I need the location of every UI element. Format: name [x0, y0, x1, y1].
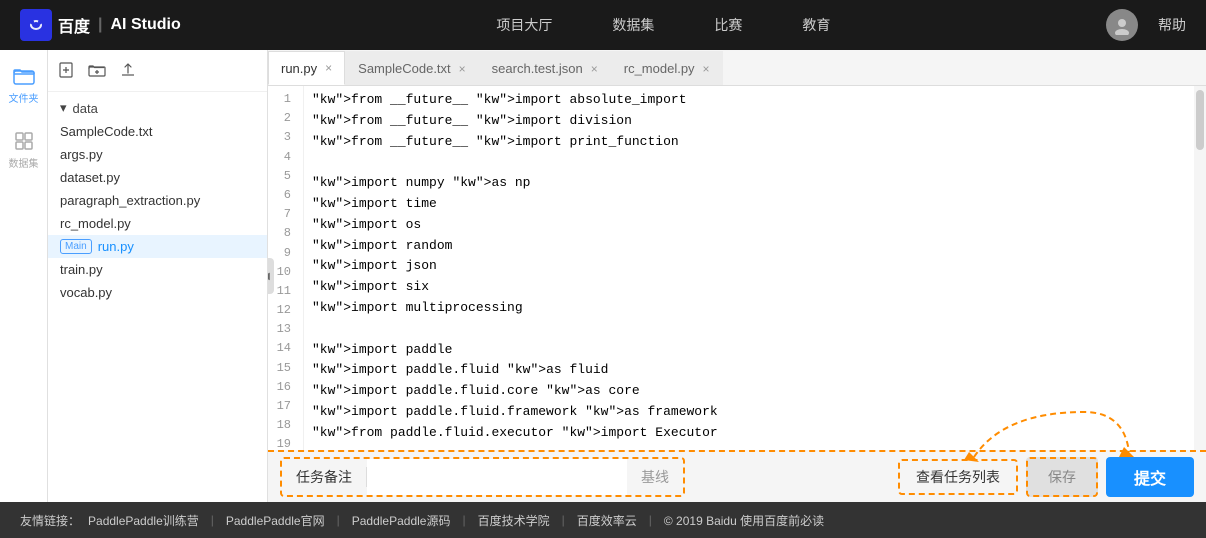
file-name: SampleCode.txt — [60, 124, 153, 139]
save-button[interactable]: 保存 — [1026, 457, 1098, 497]
code-editor-inner: 123456789101112131415161718192021222324 … — [268, 86, 1206, 450]
footer-copyright: © 2019 Baidu 使用百度前必读 — [664, 512, 824, 529]
submit-button[interactable]: 提交 — [1106, 457, 1194, 497]
footer-link-3[interactable]: 百度技术学院 — [478, 512, 550, 529]
line-number: 6 — [268, 186, 297, 205]
footer-link-0[interactable]: PaddlePaddle训练营 — [88, 512, 199, 529]
file-name: run.py — [98, 239, 134, 254]
file-name: paragraph_extraction.py — [60, 193, 200, 208]
footer-prefix: 友情链接： — [20, 512, 80, 529]
baidu-text: 百度 — [58, 13, 90, 37]
nav-education[interactable]: 教育 — [802, 15, 830, 35]
tab-close-icon[interactable]: × — [459, 63, 466, 75]
line-number: 12 — [268, 301, 297, 320]
line-number: 7 — [268, 205, 297, 224]
footer-link-1[interactable]: PaddlePaddle官网 — [226, 512, 325, 529]
baidu-logo-icon — [20, 9, 52, 41]
file-item[interactable]: paragraph_extraction.py — [48, 189, 267, 212]
help-link[interactable]: 帮助 — [1158, 15, 1186, 35]
file-item[interactable]: dataset.py — [48, 166, 267, 189]
file-tree-toolbar — [48, 58, 267, 92]
line-number: 17 — [268, 397, 297, 416]
line-number: 14 — [268, 339, 297, 358]
file-item[interactable]: SampleCode.txt — [48, 120, 267, 143]
tab-label: run.py — [281, 61, 317, 76]
tab-bar: run.py×SampleCode.txt×search.test.json×r… — [268, 50, 1206, 86]
bottom-toolbar: 任务备注 基线 查看任务列表 保存 提交 — [268, 450, 1206, 502]
line-number: 1 — [268, 90, 297, 109]
tab-close-icon[interactable]: × — [703, 63, 710, 75]
tab-close-icon[interactable]: × — [325, 62, 332, 74]
file-folder-icon — [12, 64, 36, 88]
tab-rc_model.py[interactable]: rc_model.py × — [611, 51, 723, 85]
folder-data[interactable]: ▾ data — [48, 96, 267, 120]
baseline-placeholder: 基线 — [627, 467, 683, 487]
top-navigation: 百度 | AI Studio 项目大厅 数据集 比赛 教育 帮助 — [0, 0, 1206, 50]
line-number: 4 — [268, 148, 297, 167]
footer: 友情链接： PaddlePaddle训练营 | PaddlePaddle官网 |… — [0, 502, 1206, 538]
sidebar-item-files[interactable]: 文件夹 — [5, 60, 43, 109]
upload-icon[interactable] — [120, 62, 136, 83]
tab-run.py[interactable]: run.py × — [268, 51, 345, 85]
footer-link-4[interactable]: 百度效率云 — [577, 512, 637, 529]
tab-label: SampleCode.txt — [358, 61, 451, 76]
files-label: 文件夹 — [9, 90, 39, 105]
code-editor[interactable]: 123456789101112131415161718192021222324 … — [268, 86, 1206, 450]
new-file-icon[interactable] — [58, 62, 74, 83]
file-item[interactable]: rc_model.py — [48, 212, 267, 235]
logo-divider: | — [98, 16, 102, 34]
folder-name: data — [73, 101, 98, 116]
file-name: train.py — [60, 262, 103, 277]
task-note-label: 任务备注 — [282, 467, 367, 487]
line-number: 13 — [268, 320, 297, 339]
tab-label: rc_model.py — [624, 61, 695, 76]
file-name: vocab.py — [60, 285, 112, 300]
file-item[interactable]: Mainrun.py — [48, 235, 267, 258]
chevron-down-icon: ▾ — [60, 100, 67, 116]
tab-SampleCode.txt[interactable]: SampleCode.txt × — [345, 51, 479, 85]
studio-text: AI Studio — [111, 16, 181, 34]
editor-area: ◀ run.py×SampleCode.txt×search.test.json… — [268, 50, 1206, 502]
file-item[interactable]: vocab.py — [48, 281, 267, 304]
file-item[interactable]: train.py — [48, 258, 267, 281]
nav-datasets[interactable]: 数据集 — [612, 15, 654, 35]
tab-close-icon[interactable]: × — [591, 63, 598, 75]
tab-search.test.json[interactable]: search.test.json × — [479, 51, 611, 85]
file-name: dataset.py — [60, 170, 120, 185]
line-number: 5 — [268, 167, 297, 186]
line-number: 16 — [268, 378, 297, 397]
footer-link-2[interactable]: PaddlePaddle源码 — [352, 512, 451, 529]
line-number: 15 — [268, 359, 297, 378]
nav-projects[interactable]: 项目大厅 — [496, 15, 552, 35]
baseline-input[interactable] — [367, 459, 627, 495]
main-area: 文件夹 数据集 — [0, 50, 1206, 502]
collapse-panel-arrow[interactable]: ◀ — [268, 258, 274, 294]
nav-competition[interactable]: 比赛 — [714, 15, 742, 35]
code-content[interactable]: "kw">from __future__ "kw">import absolut… — [304, 86, 1206, 450]
sidebar-item-datasets[interactable]: 数据集 — [5, 125, 43, 174]
main-nav: 项目大厅 数据集 比赛 教育 — [221, 15, 1106, 35]
line-number: 2 — [268, 109, 297, 128]
file-tree: ▾ data SampleCode.txt args.py dataset.py pa… — [48, 50, 268, 502]
scrollbar-thumb[interactable] — [1196, 90, 1204, 150]
tab-label: search.test.json — [492, 61, 583, 76]
file-list: SampleCode.txt args.py dataset.py paragraph… — [48, 120, 267, 304]
file-name: args.py — [60, 147, 103, 162]
new-folder-icon[interactable] — [88, 63, 106, 82]
file-item[interactable]: args.py — [48, 143, 267, 166]
logo[interactable]: 百度 | AI Studio — [20, 9, 181, 41]
scrollbar-track[interactable] — [1194, 86, 1206, 450]
file-name: rc_model.py — [60, 216, 131, 231]
avatar[interactable] — [1106, 9, 1138, 41]
datasets-label: 数据集 — [9, 155, 39, 170]
line-number: 3 — [268, 128, 297, 147]
line-number: 8 — [268, 224, 297, 243]
line-number: 18 — [268, 416, 297, 435]
nav-right: 帮助 — [1106, 9, 1186, 41]
icon-sidebar: 文件夹 数据集 — [0, 50, 48, 502]
line-number: 19 — [268, 435, 297, 450]
view-tasks-button[interactable]: 查看任务列表 — [898, 459, 1018, 495]
grid-icon — [12, 129, 36, 153]
